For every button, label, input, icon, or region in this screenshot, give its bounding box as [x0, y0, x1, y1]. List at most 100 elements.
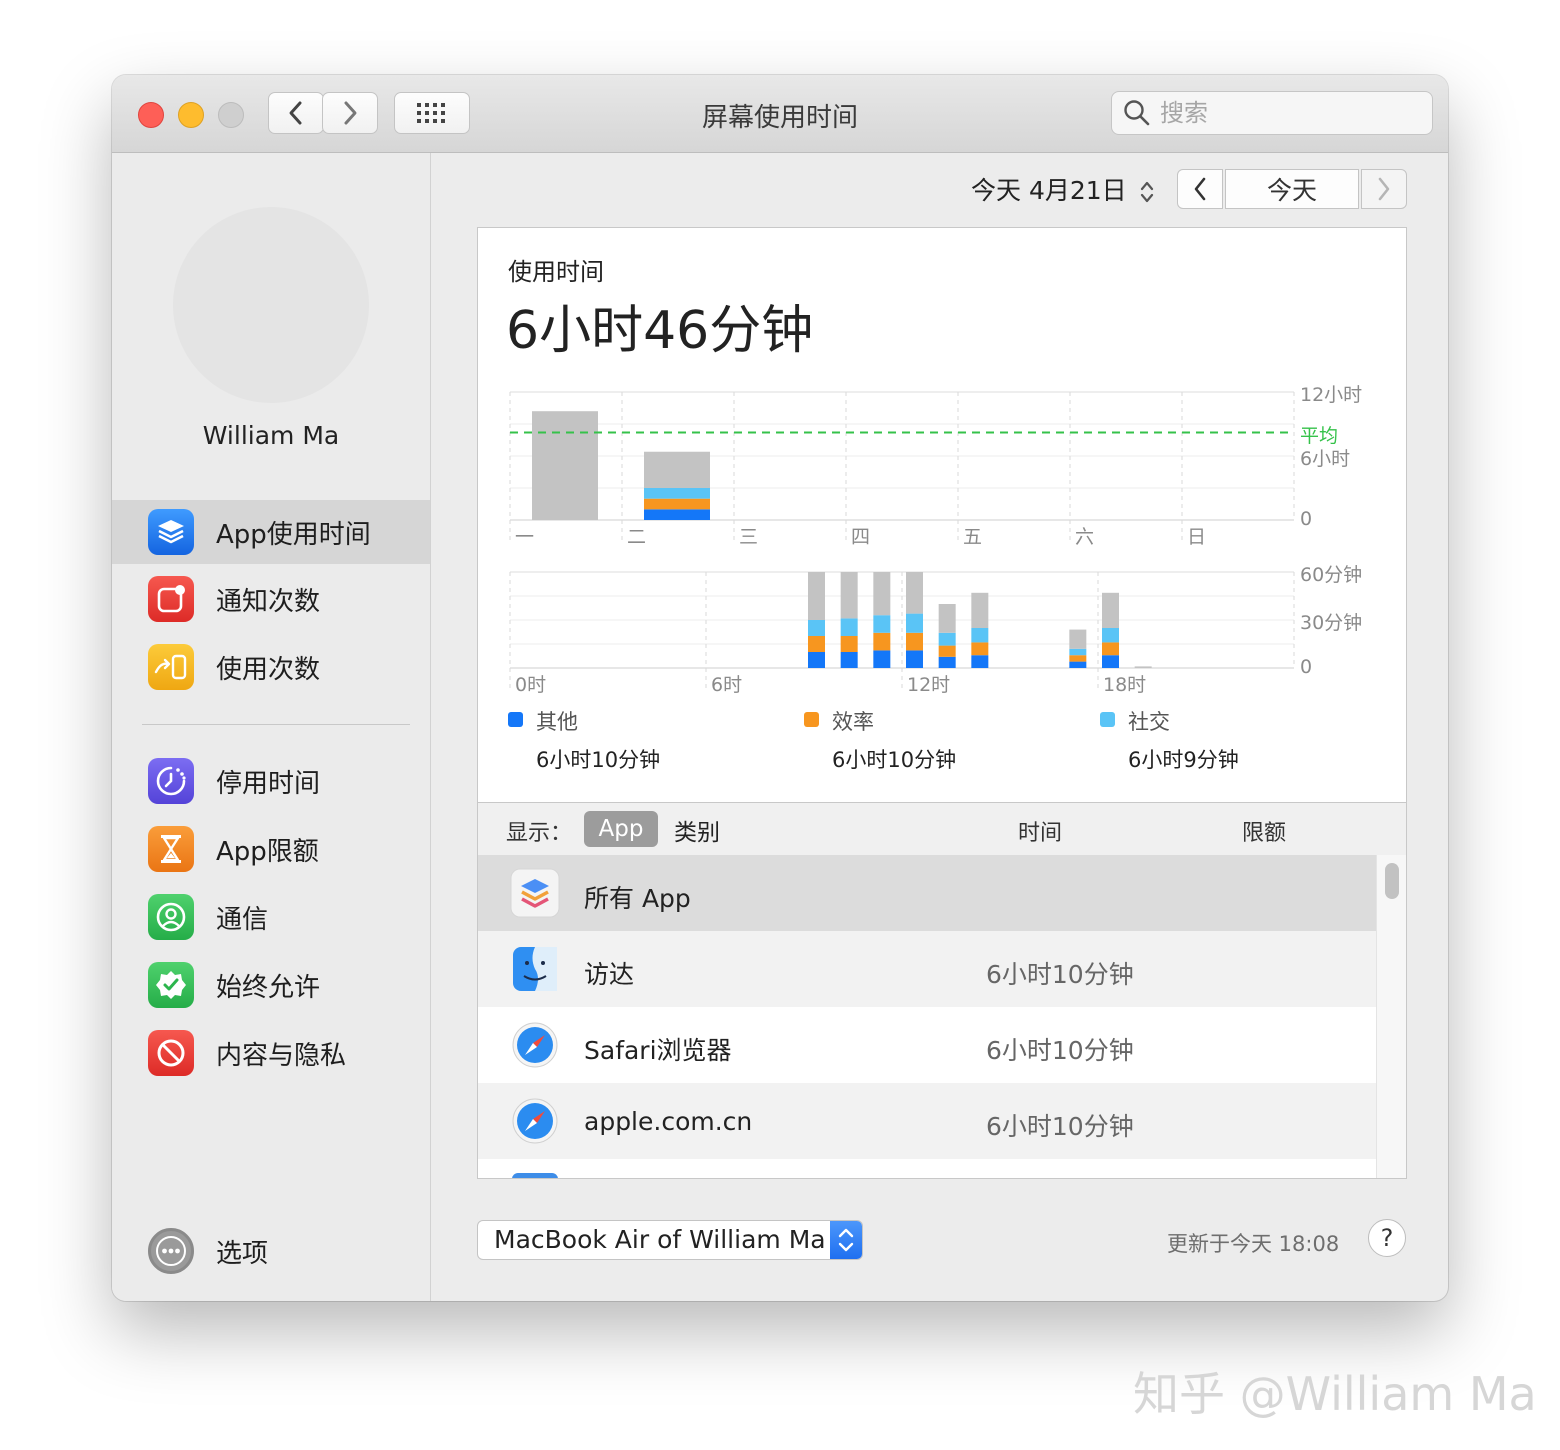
- day-bar-segment: [644, 498, 710, 510]
- hour-bar-segment: [938, 604, 956, 633]
- device-select[interactable]: MacBook Air of William Ma: [477, 1220, 863, 1260]
- search-field[interactable]: [1111, 91, 1433, 135]
- table-row-all-apps[interactable]: 所有 App: [478, 855, 1376, 931]
- sidebar-item-notifications[interactable]: 通知次数: [112, 567, 430, 631]
- app-icon-partial: [512, 1173, 558, 1178]
- hour-bar-segment: [1069, 661, 1087, 668]
- finder-icon: [510, 944, 560, 994]
- day-tick-label: 五: [963, 526, 983, 548]
- y-tick-label: 12小时: [1300, 384, 1363, 406]
- day-tick-label: 六: [1075, 526, 1095, 548]
- hour-bar-segment: [808, 636, 825, 652]
- y-tick-label: 60分钟: [1300, 564, 1363, 586]
- legend-value-social: 6小时9分钟: [1128, 748, 1239, 772]
- hour-bar-segment: [906, 650, 923, 668]
- hour-tick-label: 18时: [1103, 674, 1147, 696]
- row-app-time: 6小时10分钟: [986, 1112, 1134, 1141]
- notification-icon: [148, 576, 194, 622]
- hour-bar-segment: [971, 628, 989, 643]
- hour-bar-segment: [840, 572, 858, 619]
- more-options-icon: [148, 1228, 194, 1274]
- sidebar-item-downtime[interactable]: 停用时间: [112, 749, 430, 813]
- sidebar-item-label: 内容与隐私: [216, 1040, 347, 1071]
- hour-bar-segment: [873, 615, 891, 633]
- column-time[interactable]: 时间: [1018, 815, 1062, 847]
- hour-tick-label: 0时: [515, 674, 547, 696]
- day-bar-segment: [644, 451, 710, 488]
- sidebar-item-app-limits[interactable]: App限额: [112, 817, 430, 881]
- legend-name-productivity: 效率: [832, 710, 874, 734]
- search-input[interactable]: [1158, 98, 1422, 128]
- legend-swatch-social: [1100, 712, 1115, 727]
- hour-bar-segment: [1069, 648, 1087, 656]
- date-label: 今天 4月21日: [971, 176, 1127, 205]
- table-row-safari[interactable]: Safari浏览器 6小时10分钟: [478, 1007, 1376, 1083]
- day-tick-label: 四: [851, 526, 871, 548]
- table-scrollbar[interactable]: [1376, 855, 1406, 1178]
- table-row-finder[interactable]: 访达 6小时10分钟: [478, 931, 1376, 1007]
- hour-bar-segment: [971, 592, 989, 628]
- sidebar-item-app-usage[interactable]: App使用时间: [112, 500, 430, 564]
- table-row-partial: [478, 1159, 1376, 1178]
- hour-bar-segment: [840, 636, 858, 652]
- row-app-time: 6小时10分钟: [986, 1036, 1134, 1065]
- layers-icon: [148, 509, 194, 555]
- segment-app[interactable]: App: [584, 811, 658, 847]
- next-day-button[interactable]: [1361, 169, 1407, 209]
- up-down-chevron-icon: [830, 1221, 862, 1259]
- hour-bar-segment: [840, 652, 858, 668]
- help-button[interactable]: ?: [1368, 1219, 1406, 1257]
- hour-bar-segment: [971, 655, 989, 668]
- hour-bar-segment: [1069, 655, 1087, 662]
- usage-panel: 使用时间 6小时46分钟 其他 6小时10分钟 效率 6小时10分钟 社交 6小…: [477, 227, 1407, 1179]
- watermark: 知乎 @William Ma: [1133, 1367, 1537, 1421]
- sidebar-item-content-privacy[interactable]: 内容与隐私: [112, 1021, 430, 1085]
- sidebar-item-communication[interactable]: 通信: [112, 885, 430, 949]
- sidebar-item-label: App使用时间: [216, 519, 371, 550]
- options-button[interactable]: 选项: [112, 1219, 430, 1283]
- up-down-chevron-icon: [1140, 181, 1153, 203]
- hour-bar-segment: [906, 572, 923, 614]
- hour-tick-label: 12时: [907, 674, 951, 696]
- checkmark-badge-icon: [148, 962, 194, 1008]
- usage-charts: [509, 391, 1295, 688]
- day-bar-segment: [644, 509, 710, 520]
- sidebar-item-label: 始终允许: [216, 972, 321, 1003]
- sidebar-item-pickups[interactable]: 使用次数: [112, 635, 430, 699]
- day-bar-segment: [644, 488, 710, 499]
- sidebar-divider: [142, 724, 410, 725]
- today-button[interactable]: 今天: [1225, 169, 1359, 209]
- day-tick-label: 一: [515, 526, 535, 548]
- options-label: 选项: [216, 1238, 269, 1269]
- hour-bar-segment: [906, 632, 923, 651]
- day-bar-segment: [532, 411, 598, 520]
- sidebar-item-always-allowed[interactable]: 始终允许: [112, 953, 430, 1017]
- table-row-apple-com-cn[interactable]: apple.com.cn 6小时10分钟: [478, 1083, 1376, 1159]
- hour-bar-segment: [938, 656, 956, 668]
- device-name: MacBook Air of William Ma: [494, 1225, 826, 1254]
- hour-bar-segment: [873, 632, 891, 651]
- hour-bar-segment: [938, 632, 956, 646]
- hour-bar-segment: [873, 650, 891, 668]
- hour-bar-segment: [906, 613, 923, 633]
- sidebar-item-label: 停用时间: [216, 768, 321, 799]
- hourglass-icon: [148, 826, 194, 872]
- all-apps-icon: [510, 868, 560, 918]
- legend-name-social: 社交: [1128, 710, 1170, 734]
- sidebar-item-label: 通信: [216, 904, 269, 935]
- column-limit[interactable]: 限额: [1242, 815, 1286, 847]
- restriction-icon: [148, 1030, 194, 1076]
- user-name: William Ma: [202, 421, 340, 450]
- segment-category[interactable]: 类别: [674, 813, 720, 847]
- row-app-name: 所有 App: [584, 884, 691, 913]
- hour-bar-segment: [808, 620, 825, 636]
- day-tick-label: 三: [739, 526, 759, 548]
- previous-day-button[interactable]: [1177, 169, 1223, 209]
- hour-bar-segment: [808, 652, 825, 668]
- scrollbar-thumb[interactable]: [1385, 863, 1399, 899]
- title-bar: 屏幕使用时间: [112, 75, 1448, 153]
- sidebar-item-label: App限额: [216, 836, 319, 867]
- date-picker[interactable]: 今天 4月21日: [971, 171, 1155, 207]
- chevron-right-icon: [1378, 177, 1390, 201]
- sidebar-item-label: 使用次数: [216, 654, 321, 685]
